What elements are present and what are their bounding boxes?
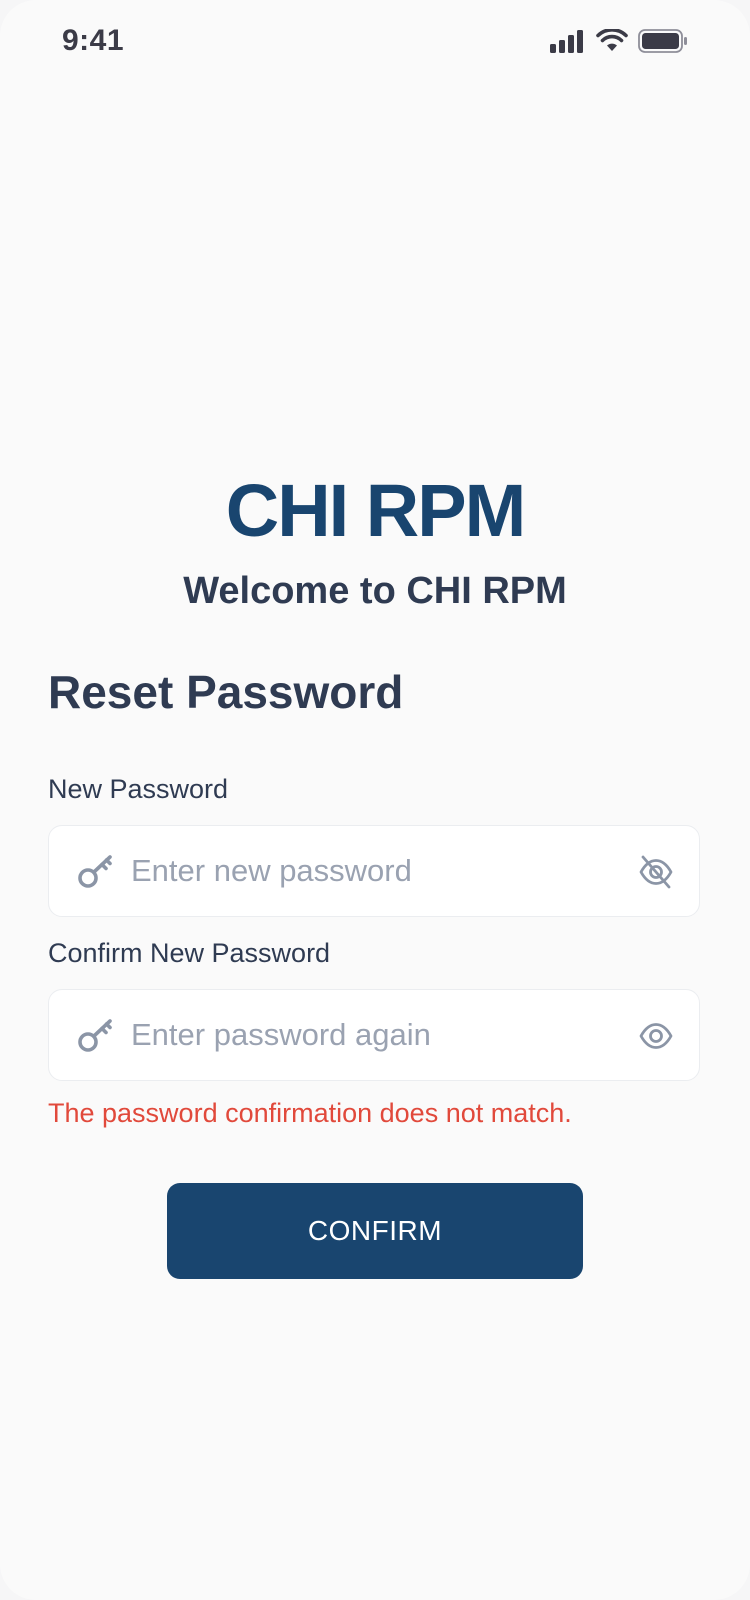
status-icons bbox=[550, 29, 688, 53]
confirm-password-input[interactable] bbox=[131, 1008, 611, 1062]
key-icon bbox=[78, 1019, 112, 1052]
status-bar: 9:41 bbox=[0, 0, 750, 88]
app-logo-title: CHI RPM bbox=[225, 469, 526, 552]
new-password-field[interactable] bbox=[48, 825, 700, 917]
battery-icon bbox=[638, 29, 687, 53]
confirm-button[interactable]: CONFIRM bbox=[167, 1183, 583, 1279]
welcome-subtitle: Welcome to CHI RPM bbox=[183, 570, 567, 612]
wifi-icon bbox=[596, 29, 628, 51]
new-password-label: New Password bbox=[48, 774, 229, 804]
reset-password-screen: 9:41 CHI RPM Welcome to CHI RPM Reset Pa… bbox=[0, 0, 750, 1600]
status-time: 9:41 bbox=[62, 24, 125, 57]
confirm-password-label: Confirm New Password bbox=[48, 938, 331, 968]
password-mismatch-error: The password confirmation does not match… bbox=[48, 1098, 572, 1128]
new-password-input[interactable] bbox=[131, 844, 611, 898]
eye-off-icon[interactable] bbox=[637, 853, 675, 891]
key-icon bbox=[78, 855, 112, 888]
eye-icon[interactable] bbox=[637, 1017, 675, 1055]
confirm-password-field[interactable] bbox=[48, 989, 700, 1081]
page-title: Reset Password bbox=[48, 666, 404, 718]
signal-icon bbox=[550, 30, 583, 53]
